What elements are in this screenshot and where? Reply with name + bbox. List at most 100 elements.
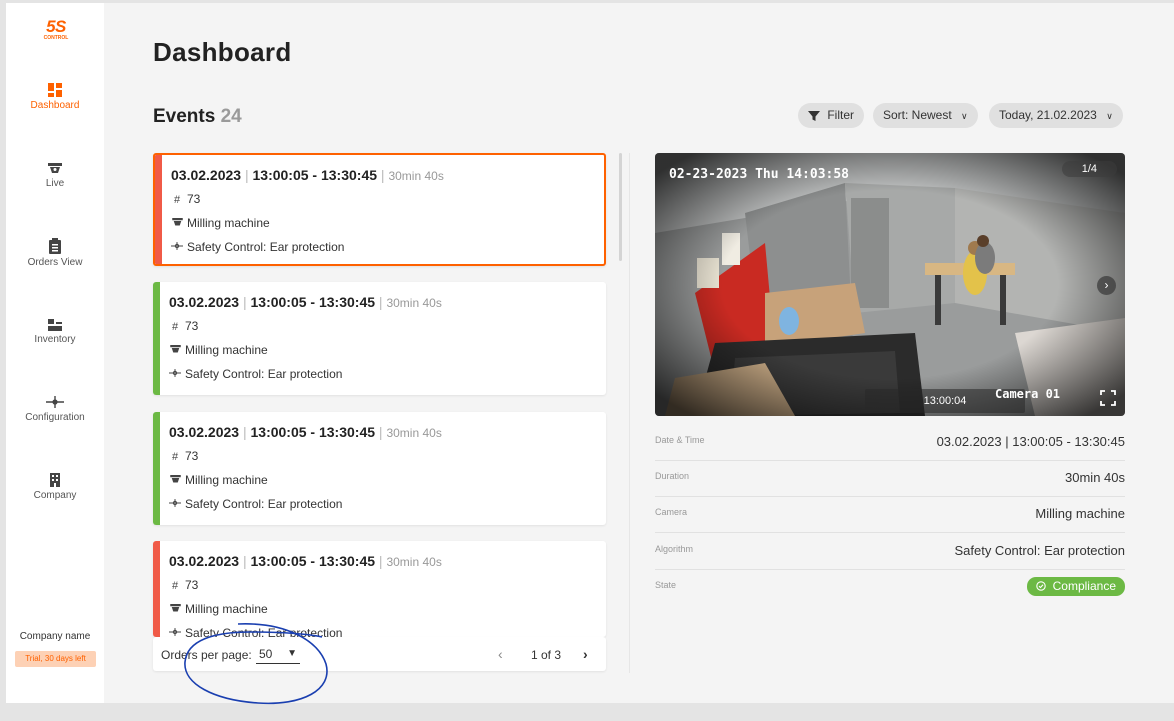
dashboard-icon: [48, 83, 62, 97]
detail-row-duration: Duration 30min 40s: [655, 461, 1125, 497]
page-title: Dashboard: [153, 37, 292, 67]
event-datetime: 03.02.2023 | 13:00:05 - 13:30:45 | 30min…: [171, 167, 444, 183]
camera-icon: [48, 163, 62, 173]
date-label: Today, 21.02.2023: [999, 108, 1097, 122]
sidebar-item-dashboard[interactable]: Dashboard: [6, 83, 104, 111]
detail-value: 30min 40s: [1065, 470, 1125, 485]
algorithm-icon: [169, 498, 181, 511]
camera-icon: [169, 475, 181, 487]
event-duration: 30min 40s: [386, 555, 442, 569]
camera-icon: [169, 604, 181, 616]
event-list-scrollbar[interactable]: [619, 153, 622, 261]
app-window: 5S CONTROL Dashboard Live Orders View In…: [6, 3, 1174, 703]
prev-page-button[interactable]: ‹: [498, 646, 503, 662]
fullscreen-icon[interactable]: [1100, 390, 1116, 406]
trial-badge: Trial, 30 days left: [15, 651, 96, 667]
next-page-button[interactable]: ›: [583, 646, 588, 662]
detail-value: Milling machine: [1035, 506, 1125, 521]
sidebar-item-label: Configuration: [25, 412, 85, 423]
check-circle-icon: [1036, 581, 1047, 591]
configuration-icon: [46, 396, 64, 408]
event-camera: Milling machine: [171, 216, 270, 230]
chevron-down-icon: ∨: [961, 111, 968, 121]
event-algorithm: Safety Control: Ear protection: [169, 497, 342, 511]
event-number: #73: [169, 319, 198, 333]
event-camera: Milling machine: [169, 343, 268, 357]
event-datetime: 03.02.2023 | 13:00:05 - 13:30:45 | 30min…: [169, 294, 442, 310]
brand-logo[interactable]: 5S CONTROL: [41, 18, 71, 41]
sidebar-item-label: Live: [45, 178, 65, 189]
hash-icon: #: [171, 580, 179, 592]
hash-icon: #: [171, 451, 179, 463]
algorithm-icon: [169, 627, 181, 637]
event-status-stripe: [153, 412, 160, 525]
event-number: #73: [171, 192, 200, 206]
event-algorithm: Safety Control: Ear protection: [171, 240, 344, 254]
building-icon: [50, 473, 60, 487]
sidebar-item-company[interactable]: Company: [6, 473, 104, 501]
camera-scene-image: [655, 153, 1125, 416]
camera-name-overlay: Camera 01: [995, 387, 1061, 401]
hash-icon: #: [171, 321, 179, 333]
event-status-stripe: [155, 155, 162, 264]
event-algorithm: Safety Control: Ear protection: [169, 626, 342, 637]
sidebar-item-label: Orders View: [27, 257, 83, 268]
per-page-value: 50: [259, 647, 273, 661]
event-card[interactable]: 03.02.2023 | 13:00:05 - 13:30:45 | 30min…: [153, 282, 606, 395]
image-counter: 1/4: [1061, 161, 1117, 177]
detail-row-state: State Compliance: [655, 570, 1125, 606]
detail-label: Algorithm: [655, 544, 694, 554]
hash-icon: #: [173, 194, 181, 206]
sidebar-item-label: Dashboard: [30, 100, 80, 111]
event-status-stripe: [153, 541, 160, 637]
inventory-icon: [48, 319, 62, 331]
event-duration: 30min 40s: [386, 426, 442, 440]
event-algorithm: Safety Control: Ear protection: [169, 367, 342, 381]
per-page-select[interactable]: 50 ▼: [256, 645, 300, 664]
filter-button[interactable]: Filter: [798, 103, 865, 128]
algorithm-icon: [169, 368, 181, 381]
clipboard-icon: [49, 238, 61, 254]
sort-dropdown[interactable]: Sort: Newest ∨: [873, 103, 978, 128]
chevron-down-icon: ∨: [1106, 111, 1113, 121]
event-datetime: 03.02.2023 | 13:00:05 - 13:30:45 | 30min…: [169, 553, 442, 569]
sidebar: 5S CONTROL Dashboard Live Orders View In…: [6, 3, 104, 703]
event-card[interactable]: 03.02.2023 | 13:00:05 - 13:30:45 | 30min…: [153, 412, 606, 525]
camera-snapshot[interactable]: 02-23-2023 Thu 14:03:58 1/4 › 13:00:04 C…: [655, 153, 1125, 416]
status-text: Compliance: [1052, 579, 1116, 593]
event-camera: Milling machine: [169, 602, 268, 616]
detail-value: 03.02.2023 | 13:00:05 - 13:30:45: [936, 434, 1125, 449]
sidebar-item-label: Company: [33, 490, 77, 501]
detail-value: Safety Control: Ear protection: [954, 543, 1125, 558]
camera-timestamp: 02-23-2023 Thu 14:03:58: [669, 167, 850, 182]
event-datetime: 03.02.2023 | 13:00:05 - 13:30:45 | 30min…: [169, 424, 442, 440]
date-dropdown[interactable]: Today, 21.02.2023 ∨: [989, 103, 1123, 128]
status-badge: Compliance: [1027, 577, 1125, 596]
filter-icon: [808, 110, 820, 121]
company-name[interactable]: Company name: [6, 631, 104, 642]
panel-divider: [629, 153, 630, 673]
detail-row-date-time: Date & Time 03.02.2023 | 13:00:05 - 13:3…: [655, 425, 1125, 461]
sidebar-item-live[interactable]: Live: [6, 163, 104, 189]
per-page-label: Orders per page:: [161, 648, 252, 662]
pagination-bar: Orders per page: 50 ▼ ‹ 1 of 3 ›: [153, 637, 606, 671]
detail-row-algorithm: Algorithm Safety Control: Ear protection: [655, 534, 1125, 570]
events-label: Events: [153, 106, 216, 127]
page-indicator: 1 of 3: [531, 648, 562, 662]
event-number: #73: [169, 449, 198, 463]
sidebar-item-configuration[interactable]: Configuration: [6, 395, 104, 423]
sort-label: Sort: Newest: [883, 108, 952, 122]
sidebar-item-label: Inventory: [34, 334, 76, 345]
event-card[interactable]: 03.02.2023 | 13:00:05 - 13:30:45 | 30min…: [153, 541, 606, 637]
event-card[interactable]: 03.02.2023 | 13:00:05 - 13:30:45 | 30min…: [153, 153, 606, 266]
sidebar-item-orders-view[interactable]: Orders View: [6, 238, 104, 268]
detail-label: State: [655, 580, 677, 590]
events-heading: Events 24: [153, 106, 242, 128]
detail-label: Date & Time: [655, 435, 705, 445]
algorithm-icon: [171, 241, 183, 254]
sidebar-item-inventory[interactable]: Inventory: [6, 319, 104, 345]
detail-label: Camera: [655, 507, 688, 517]
event-camera: Milling machine: [169, 473, 268, 487]
next-image-button[interactable]: ›: [1097, 276, 1116, 295]
detail-row-camera: Camera Milling machine: [655, 497, 1125, 533]
